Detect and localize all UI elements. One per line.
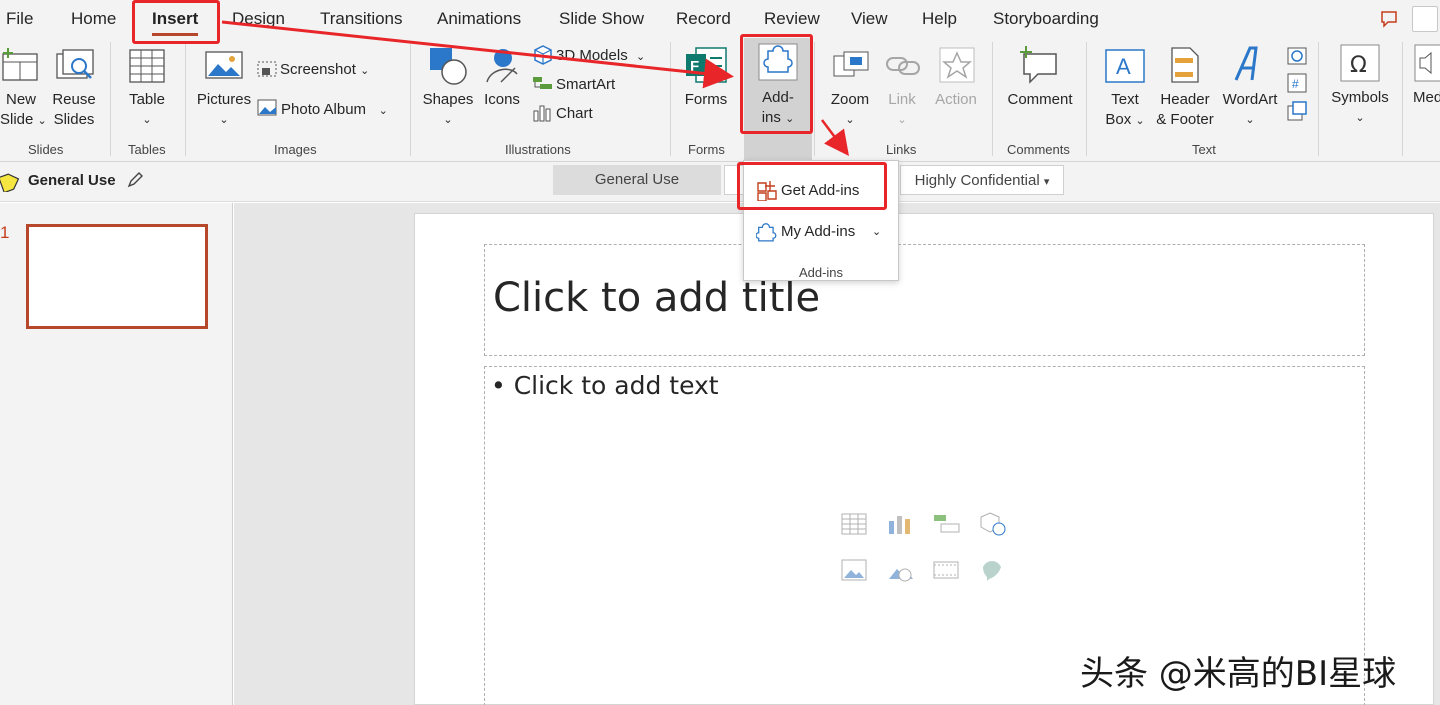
arrow-insert-to-addins xyxy=(221,20,734,89)
annotation-arrows xyxy=(221,20,849,156)
arrow-addins-to-get-addins xyxy=(821,119,849,156)
watermark-text: 头条 @米高的BI星球 xyxy=(1080,654,1397,694)
